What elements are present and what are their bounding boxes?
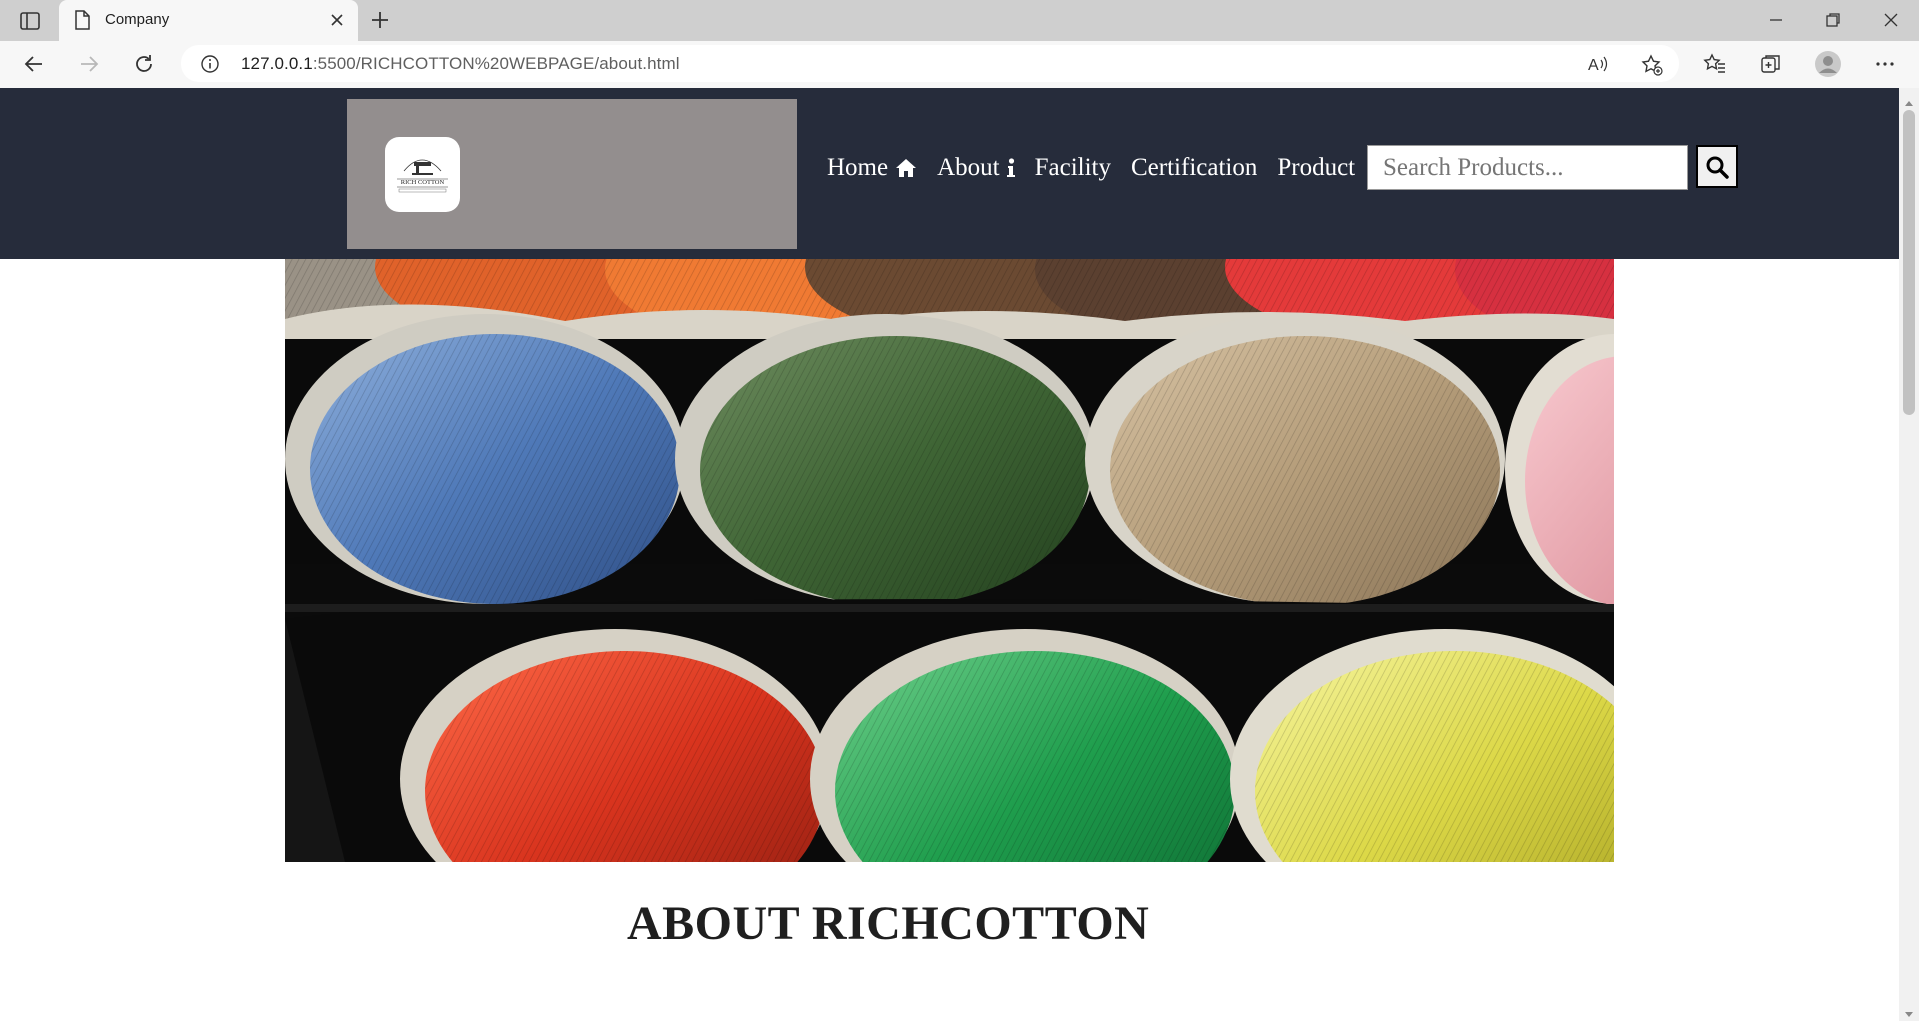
page-title: ABOUT RICHCOTTON bbox=[627, 897, 1150, 950]
site-navbar: RICH COTTON Home About Facility Certific… bbox=[0, 88, 1899, 259]
browser-tab-active[interactable]: Company bbox=[59, 0, 358, 41]
nav-home[interactable]: Home bbox=[827, 154, 917, 182]
nav-home-label: Home bbox=[827, 154, 889, 181]
nav-about-label: About bbox=[937, 154, 1000, 181]
logo-brand-text: RICH COTTON bbox=[401, 179, 445, 186]
page-icon bbox=[73, 10, 91, 35]
nav-product-label: Product bbox=[1277, 154, 1356, 181]
url-host: 127.0.0.1 bbox=[241, 54, 313, 73]
url-path: :5500/RICHCOTTON%20WEBPAGE/about.html bbox=[312, 54, 680, 73]
search-button[interactable] bbox=[1696, 145, 1738, 188]
search-input[interactable] bbox=[1367, 145, 1688, 190]
close-window-icon[interactable] bbox=[1881, 10, 1901, 35]
new-tab-icon[interactable] bbox=[369, 9, 391, 36]
nav-facility-label: Facility bbox=[1034, 154, 1111, 181]
home-icon bbox=[896, 159, 917, 177]
add-favorite-icon[interactable] bbox=[1641, 54, 1663, 81]
hero-image-thread-spools bbox=[285, 259, 1614, 862]
forward-icon[interactable] bbox=[77, 52, 101, 81]
tab-actions-icon[interactable] bbox=[18, 9, 42, 33]
info-icon bbox=[1006, 158, 1015, 177]
nav-product[interactable]: Product bbox=[1277, 154, 1355, 182]
nav-certification[interactable]: Certification bbox=[1131, 154, 1257, 182]
page-scrollbar[interactable] bbox=[1899, 88, 1919, 1021]
browser-tabstrip: Company bbox=[0, 0, 1919, 41]
site-info-icon[interactable] bbox=[200, 54, 220, 79]
tab-close-icon[interactable] bbox=[328, 11, 346, 34]
collections-icon[interactable] bbox=[1759, 52, 1783, 81]
refresh-icon[interactable] bbox=[132, 52, 156, 81]
logo-container: RICH COTTON bbox=[347, 99, 797, 249]
read-aloud-icon[interactable]: A bbox=[1587, 54, 1609, 79]
minimize-icon[interactable] bbox=[1766, 10, 1786, 35]
nav-certification-label: Certification bbox=[1131, 154, 1258, 181]
page-viewport: RICH COTTON Home About Facility Certific… bbox=[0, 88, 1899, 1021]
browser-toolbar: 127.0.0.1:5500/RICHCOTTON%20WEBPAGE/abou… bbox=[0, 41, 1919, 88]
profile-avatar-icon[interactable] bbox=[1814, 50, 1842, 83]
address-bar[interactable]: 127.0.0.1:5500/RICHCOTTON%20WEBPAGE/abou… bbox=[181, 45, 1679, 82]
main-nav: Home About Facility Certification Produc… bbox=[827, 154, 1375, 182]
svg-text:A: A bbox=[1588, 57, 1599, 74]
more-options-icon[interactable] bbox=[1873, 52, 1897, 81]
scroll-thumb[interactable] bbox=[1903, 110, 1915, 415]
favorites-icon[interactable] bbox=[1703, 52, 1727, 81]
back-icon[interactable] bbox=[22, 52, 46, 81]
brand-logo[interactable]: RICH COTTON bbox=[385, 137, 460, 212]
url-text: 127.0.0.1:5500/RICHCOTTON%20WEBPAGE/abou… bbox=[241, 54, 680, 74]
nav-about[interactable]: About bbox=[937, 154, 1015, 182]
tab-title: Company bbox=[105, 11, 170, 28]
restore-icon[interactable] bbox=[1823, 10, 1843, 35]
search-icon bbox=[1706, 156, 1729, 179]
nav-facility[interactable]: Facility bbox=[1035, 154, 1111, 182]
scroll-down-icon[interactable] bbox=[1904, 1006, 1914, 1021]
